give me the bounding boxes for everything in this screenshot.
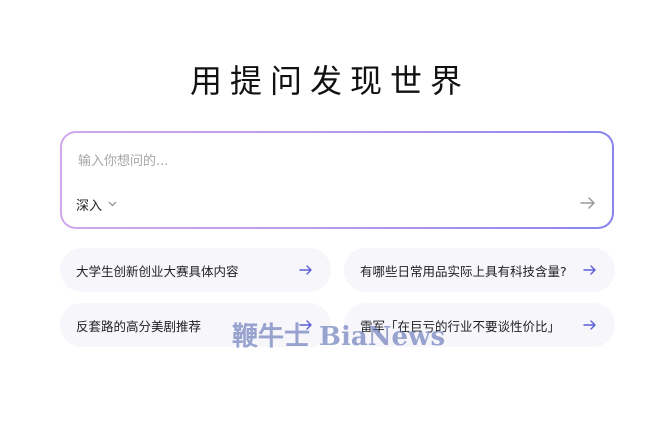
arrow-right-icon [299, 318, 313, 332]
suggestion-item[interactable]: 反套路的高分美剧推荐 [60, 303, 331, 347]
mode-select-label: 深入 [76, 199, 103, 214]
suggestion-text: 反套路的高分美剧推荐 [76, 318, 202, 334]
arrow-right-icon [580, 194, 596, 213]
arrow-right-icon [299, 263, 313, 277]
suggestion-text: 大学生创新创业大赛具体内容 [76, 263, 239, 279]
arrow-right-icon [583, 318, 597, 332]
search-box: 深入 [60, 131, 614, 229]
suggestion-item[interactable]: 雷军「在巨亏的行业不要谈性价比」 [344, 303, 615, 347]
suggestion-text: 雷军「在巨亏的行业不要谈性价比」 [360, 318, 561, 334]
mode-select[interactable]: 深入 [76, 195, 117, 214]
search-box-inner: 深入 [62, 133, 612, 227]
chevron-down-icon [108, 200, 117, 210]
page-title: 用提问发现世界 [189, 62, 470, 100]
search-input[interactable] [76, 149, 540, 173]
suggestion-item[interactable]: 有哪些日常用品实际上具有科技含量? [344, 248, 615, 292]
suggestion-text: 有哪些日常用品实际上具有科技含量? [360, 263, 567, 279]
submit-button[interactable] [578, 193, 598, 213]
arrow-right-icon [583, 263, 597, 277]
suggestion-item[interactable]: 大学生创新创业大赛具体内容 [60, 248, 331, 292]
